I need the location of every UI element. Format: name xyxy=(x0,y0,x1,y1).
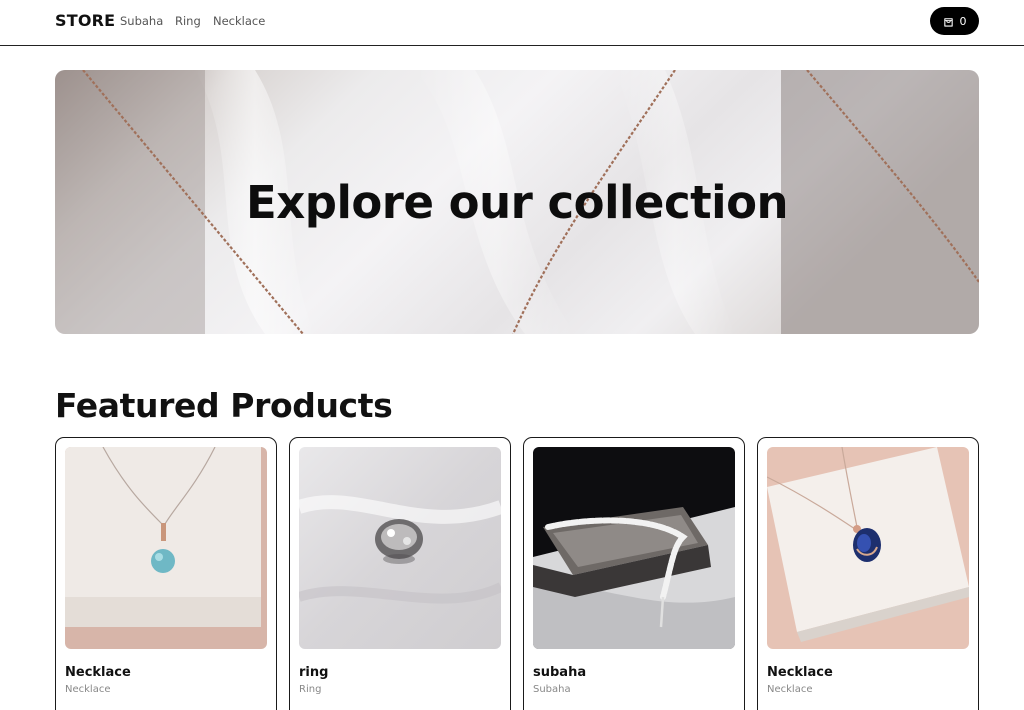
product-category: Ring xyxy=(299,684,322,695)
product-card-subaha[interactable]: subaha Subaha xyxy=(523,437,745,710)
hero-banner: Explore our collection xyxy=(55,70,979,334)
featured-products-title: Featured Products xyxy=(55,386,393,425)
product-card-ring[interactable]: ring Ring xyxy=(289,437,511,710)
product-card-necklace[interactable]: Necklace Necklace xyxy=(55,437,277,710)
cart-count: 0 xyxy=(959,14,967,28)
nav-link-ring[interactable]: Ring xyxy=(175,14,201,28)
product-image[interactable] xyxy=(533,447,735,649)
brand-logo[interactable]: STORE xyxy=(55,11,115,30)
cart-button[interactable]: 0 xyxy=(930,7,979,35)
product-category: Subaha xyxy=(533,684,571,695)
product-image[interactable] xyxy=(767,447,969,649)
product-card-necklace-2[interactable]: Necklace Necklace xyxy=(757,437,979,710)
product-image[interactable] xyxy=(65,447,267,649)
product-name: Necklace xyxy=(767,665,833,680)
product-name: ring xyxy=(299,665,329,680)
product-category: Necklace xyxy=(65,684,111,695)
product-name: Necklace xyxy=(65,665,131,680)
product-name: subaha xyxy=(533,665,587,680)
hero-title: Explore our collection xyxy=(245,175,789,229)
product-image[interactable] xyxy=(299,447,501,649)
nav-link-subaha[interactable]: Subaha xyxy=(120,14,163,28)
product-category: Necklace xyxy=(767,684,813,695)
navbar: STORE Subaha Ring Necklace 0 xyxy=(0,0,1024,46)
shopping-bag-icon xyxy=(943,16,954,27)
nav-link-necklace[interactable]: Necklace xyxy=(213,14,265,28)
